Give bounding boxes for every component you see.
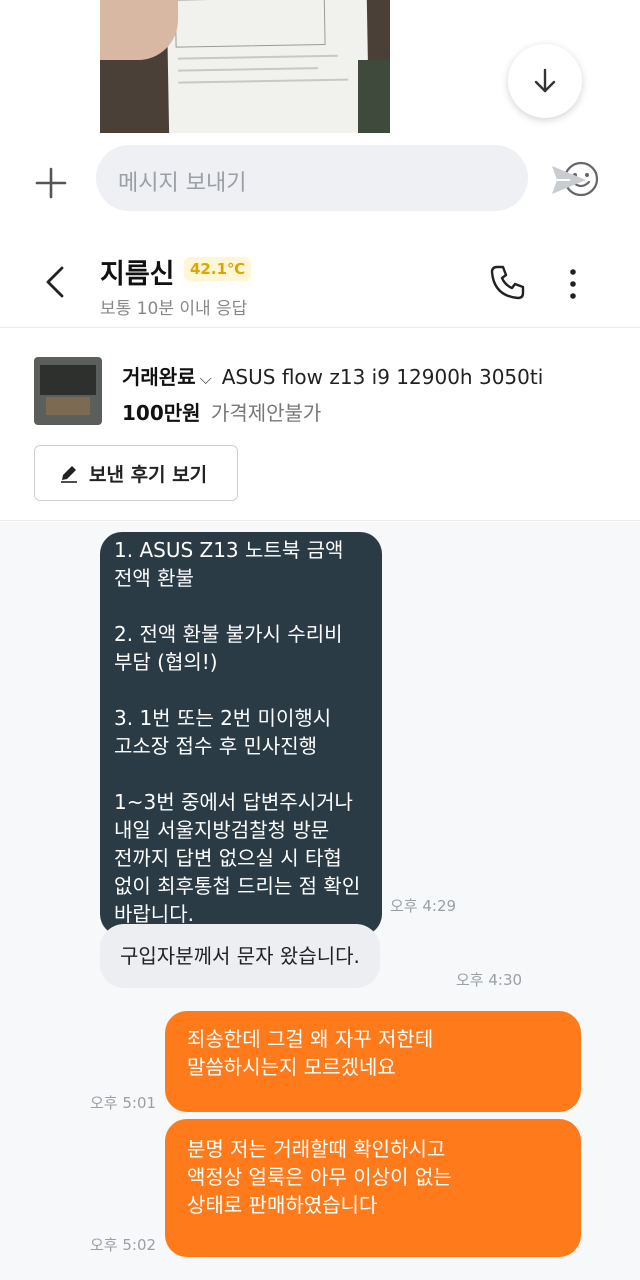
sent-message[interactable]: 분명 저는 거래할때 확인하시고 액정상 얼룩은 아무 이상이 없는 상태로 판… xyxy=(165,1119,581,1257)
arrow-down-icon xyxy=(534,68,556,93)
attach-button[interactable] xyxy=(28,160,74,206)
message-input-bar: 메시지 보내기 xyxy=(0,140,640,230)
view-sent-review-button[interactable]: 보낸 후기 보기 xyxy=(34,445,238,501)
product-info-bar: 거래완료 ⌵ ASUS flow z13 i9 12900h 3050ti 100만… xyxy=(0,329,640,521)
chat-header: 지름신 42.1℃ 보통 10분 이내 응답 xyxy=(0,232,640,328)
message-timestamp: 오후 4:30 xyxy=(456,971,523,989)
price-negotiation-label: 가격제안불가 xyxy=(210,401,322,425)
product-status-line: 거래완료 ⌵ ASUS flow z13 i9 12900h 3050ti xyxy=(122,361,543,390)
manner-temperature-badge: 42.1℃ xyxy=(184,257,252,281)
message-input[interactable]: 메시지 보내기 xyxy=(96,145,599,211)
sent-message[interactable]: 죄송한데 그걸 왜 자꾸 저한테 말씀하시는지 모르겠네요 xyxy=(165,1011,581,1112)
message-input-placeholder: 메시지 보내기 xyxy=(118,171,247,196)
received-message[interactable]: 구입자분께서 문자 왔습니다. xyxy=(100,924,380,988)
previous-photo-area xyxy=(0,0,640,140)
photo-document xyxy=(166,0,370,133)
chevron-down-icon[interactable]: ⌵ xyxy=(200,369,212,388)
photo-hand xyxy=(100,0,178,60)
reply-time-info: 보통 10분 이내 응답 xyxy=(100,299,248,319)
view-sent-review-label: 보낸 후기 보기 xyxy=(89,463,208,486)
message-timestamp: 오후 4:29 xyxy=(390,897,457,915)
received-message[interactable]: 1. ASUS Z13 노트북 금액 전액 환불 2. 전액 환불 불가시 수리… xyxy=(100,532,382,936)
seller-name[interactable]: 지름신 xyxy=(100,252,175,291)
send-icon[interactable] xyxy=(546,158,590,202)
product-title: ASUS flow z13 i9 12900h 3050ti xyxy=(221,365,544,389)
message-timestamp: 오후 5:01 xyxy=(90,1094,157,1112)
more-vertical-icon[interactable] xyxy=(560,264,586,304)
photo-background xyxy=(358,60,390,133)
shared-photo[interactable] xyxy=(100,0,390,133)
message-timestamp: 오후 5:02 xyxy=(90,1236,157,1254)
phone-icon[interactable] xyxy=(488,262,528,302)
plus-icon xyxy=(35,167,67,199)
chevron-left-icon[interactable] xyxy=(38,262,72,302)
deal-status-dropdown[interactable]: 거래완료 xyxy=(122,365,196,389)
product-price-line: 100만원 가격제안불가 xyxy=(122,397,321,426)
chat-message-list: 1. ASUS Z13 노트북 금액 전액 환불 2. 전액 환불 불가시 수리… xyxy=(0,522,640,1280)
product-price: 100만원 xyxy=(122,401,201,425)
product-thumbnail[interactable] xyxy=(34,357,102,425)
pencil-icon xyxy=(61,466,77,483)
scroll-down-button[interactable] xyxy=(508,44,582,118)
